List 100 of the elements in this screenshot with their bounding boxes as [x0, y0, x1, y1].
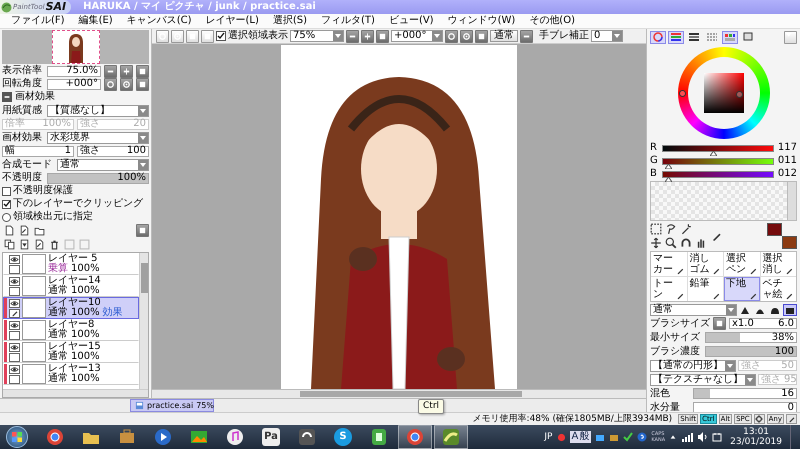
- brush-tool[interactable]: マーカー: [651, 252, 686, 276]
- collapse-button[interactable]: [2, 92, 12, 102]
- blending-slider[interactable]: 16: [693, 388, 797, 399]
- taskbar-app[interactable]: [434, 425, 468, 449]
- brush-tool[interactable]: 下地: [724, 277, 760, 301]
- folder-icon[interactable]: [34, 225, 45, 236]
- vertical-scrollbar[interactable]: [139, 253, 148, 389]
- copy-icon[interactable]: [4, 239, 15, 250]
- menu-item[interactable]: ファイル(F): [4, 14, 72, 28]
- layer-row[interactable]: レイヤー15 通常 100%: [3, 341, 139, 363]
- move-icon[interactable]: [650, 237, 662, 249]
- opacity-slider[interactable]: 100%: [47, 172, 149, 184]
- undo-button[interactable]: [156, 30, 169, 42]
- vertical-scrollbar[interactable]: [787, 182, 796, 220]
- ime-bar[interactable]: A般: [570, 431, 592, 443]
- visibility-toggle[interactable]: [9, 342, 20, 352]
- visibility-toggle[interactable]: [9, 320, 20, 330]
- layer-row[interactable]: レイヤー 5 乗算 100%: [3, 253, 139, 275]
- speaker-icon[interactable]: [697, 432, 708, 442]
- rotation-dropdown[interactable]: +000°: [391, 30, 443, 42]
- color-mode-tab[interactable]: [704, 30, 720, 44]
- menu-item[interactable]: ビュー(V): [382, 14, 441, 28]
- effect-dropdown[interactable]: 水彩境界: [47, 132, 149, 144]
- brush-shape-dropdown[interactable]: 【通常の円形】: [650, 360, 736, 372]
- dilution-slider[interactable]: 0: [693, 402, 797, 412]
- trash-icon[interactable]: [49, 239, 60, 250]
- page-icon[interactable]: [34, 239, 45, 250]
- show-hidden-icons-button[interactable]: [669, 433, 678, 441]
- rotate-left-button[interactable]: [445, 30, 458, 42]
- toolbar-button[interactable]: [186, 30, 199, 42]
- blend-mode-dropdown[interactable]: 通常: [57, 158, 149, 170]
- brush-texture-dropdown[interactable]: 【テクスチャなし】: [650, 374, 756, 386]
- brush-blend-dropdown[interactable]: 通常: [650, 304, 737, 316]
- zoom-reset-button[interactable]: [376, 30, 389, 42]
- zoom-in-button[interactable]: [361, 30, 374, 42]
- brush-shape-button[interactable]: [783, 304, 797, 316]
- strength-field[interactable]: 強さ 100: [77, 146, 149, 156]
- tray-icon[interactable]: [595, 432, 606, 442]
- secondary-color-swatch[interactable]: [782, 236, 797, 249]
- visibility-toggle[interactable]: [9, 254, 20, 264]
- rotation-reset-button[interactable]: [136, 78, 149, 90]
- visibility-toggle[interactable]: [9, 298, 20, 308]
- rotate-right-button[interactable]: [120, 78, 133, 90]
- saturation-value-square[interactable]: [704, 73, 744, 113]
- paper-texture-dropdown[interactable]: 【質感なし】: [47, 104, 149, 116]
- zoom-out-button[interactable]: [346, 30, 359, 42]
- rotate-right-button[interactable]: [460, 30, 473, 42]
- checkbox[interactable]: [2, 186, 11, 196]
- rotation-field[interactable]: +000°: [47, 78, 101, 90]
- width-field[interactable]: 幅 1: [2, 146, 74, 156]
- blend-button[interactable]: 通常: [490, 30, 518, 42]
- menu-item[interactable]: 選択(S): [266, 14, 314, 28]
- layer-row[interactable]: レイヤー8 通常 100%: [3, 319, 139, 341]
- checkbox[interactable]: [2, 200, 11, 208]
- rotation-reset-button[interactable]: [475, 30, 488, 42]
- layer-row[interactable]: レイヤー10 通常 100% 効果: [3, 297, 139, 319]
- zoom-dropdown[interactable]: 75%: [290, 30, 344, 42]
- color-mode-tab[interactable]: [668, 30, 684, 44]
- start-button[interactable]: [6, 426, 28, 448]
- rotate-left-button[interactable]: [104, 78, 117, 90]
- zoom-reset-button[interactable]: [136, 64, 149, 78]
- document-tab[interactable]: practice.sai 75%: [130, 399, 214, 412]
- size-range-button[interactable]: [713, 317, 726, 330]
- stabilizer-dropdown[interactable]: 0: [591, 30, 623, 42]
- redo-button[interactable]: [171, 30, 184, 42]
- horizontal-scrollbar[interactable]: [3, 389, 148, 397]
- menu-item[interactable]: キャンバス(C): [120, 14, 198, 28]
- menu-item[interactable]: フィルタ(T): [314, 14, 382, 28]
- zoom-out-button[interactable]: [104, 64, 117, 78]
- taskbar-app[interactable]: [398, 425, 432, 449]
- primary-color-swatch[interactable]: [767, 223, 782, 236]
- layer-mask-button[interactable]: [136, 224, 149, 237]
- rectangle-select-icon[interactable]: [650, 223, 662, 235]
- checkbox[interactable]: [216, 31, 226, 41]
- brush-tool[interactable]: トーン: [651, 277, 686, 301]
- ime-icon[interactable]: [556, 432, 566, 442]
- flip-button[interactable]: [520, 30, 533, 42]
- layer-row[interactable]: レイヤー13 通常 100%: [3, 363, 139, 385]
- visibility-toggle[interactable]: [9, 364, 20, 374]
- magnifier-icon[interactable]: [665, 237, 677, 249]
- brush-tool[interactable]: 消しゴム: [688, 252, 723, 276]
- brush-tool[interactable]: 選択消し: [760, 252, 796, 276]
- zoom-in-button[interactable]: [120, 64, 133, 78]
- page-icon[interactable]: [19, 239, 30, 250]
- color-mode-tab[interactable]: [686, 30, 702, 44]
- magic-wand-icon[interactable]: [680, 223, 692, 235]
- brush-tool[interactable]: ベチャ絵: [760, 277, 796, 301]
- density-slider[interactable]: 100: [705, 346, 797, 357]
- lasso-icon[interactable]: [665, 223, 677, 235]
- menu-item[interactable]: レイヤー(L): [198, 14, 266, 28]
- page-icon[interactable]: [19, 225, 30, 236]
- checkmark-icon[interactable]: [623, 432, 634, 442]
- tray-icon[interactable]: [609, 432, 620, 442]
- taskbar-app[interactable]: Pa: [254, 425, 288, 449]
- language-indicator[interactable]: JP: [544, 431, 552, 443]
- color-mode-tab[interactable]: [650, 30, 666, 44]
- min-size-slider[interactable]: 38%: [705, 332, 797, 343]
- clock[interactable]: 13:01 23/01/2019: [730, 427, 782, 447]
- visibility-toggle[interactable]: [9, 276, 20, 286]
- panel-menu-button[interactable]: [784, 30, 797, 44]
